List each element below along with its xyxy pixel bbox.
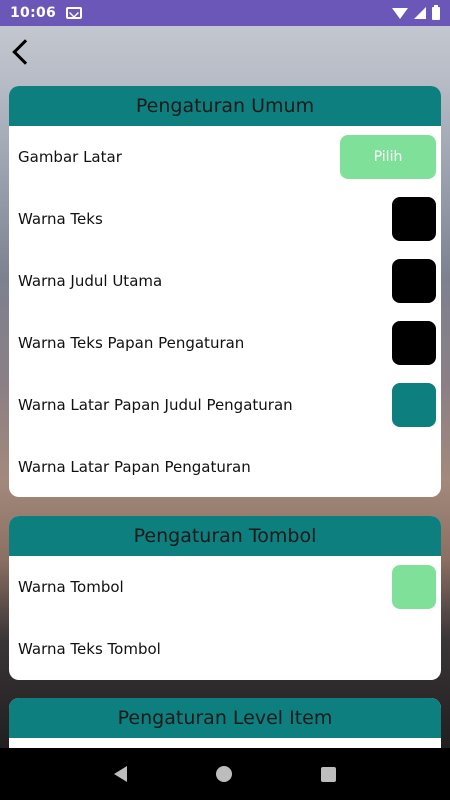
panel-text-color-swatch[interactable]	[392, 321, 436, 365]
button-settings-title: Pengaturan Tombol	[134, 525, 317, 547]
settings-row-text-color: Warna Teks	[9, 188, 441, 250]
settings-row-title-board-background: Warna Latar Papan Judul Pengaturan	[9, 374, 441, 436]
wifi-icon	[392, 8, 408, 19]
status-icons	[392, 7, 440, 20]
row-label: Warna Teks Tombol	[18, 640, 436, 658]
title-board-background-swatch[interactable]	[392, 383, 436, 427]
button-settings-panel: Pengaturan Tombol Warna Tombol Warna Tek…	[9, 516, 441, 680]
mail-icon	[66, 7, 82, 19]
status-bar: 10:06	[0, 0, 450, 26]
button-settings-header: Pengaturan Tombol	[9, 516, 441, 556]
row-label: Warna Tombol	[18, 578, 392, 596]
settings-row-panel-background[interactable]: Warna Latar Papan Pengaturan	[9, 436, 441, 497]
chevron-left-icon	[12, 39, 37, 64]
row-label: Gambar Latar	[18, 148, 340, 166]
signal-icon	[414, 7, 426, 19]
battery-icon	[432, 7, 440, 20]
settings-row-button-color: Warna Tombol	[9, 556, 441, 618]
level-item-settings-header: Pengaturan Level Item	[9, 698, 441, 738]
pick-background-button[interactable]: Pilih	[340, 135, 436, 179]
row-label: Warna Judul Utama	[18, 272, 392, 290]
general-settings-title: Pengaturan Umum	[136, 95, 314, 117]
settings-row-main-title-color: Warna Judul Utama	[9, 250, 441, 312]
row-label: Warna Latar Papan Judul Pengaturan	[18, 396, 392, 414]
row-label: Warna Latar Papan Pengaturan	[18, 458, 436, 476]
settings-row-background-image: Gambar Latar Pilih	[9, 126, 441, 188]
status-time: 10:06	[10, 5, 56, 21]
general-settings-panel: Pengaturan Umum Gambar Latar Pilih Warna…	[9, 86, 441, 497]
system-nav-bar	[0, 748, 450, 800]
main-title-color-swatch[interactable]	[392, 259, 436, 303]
level-item-settings-title: Pengaturan Level Item	[118, 707, 333, 729]
text-color-swatch[interactable]	[392, 197, 436, 241]
settings-row-panel-text-color: Warna Teks Papan Pengaturan	[9, 312, 441, 374]
row-label: Warna Teks	[18, 210, 392, 228]
general-settings-header: Pengaturan Umum	[9, 86, 441, 126]
nav-back-icon[interactable]	[114, 766, 127, 782]
back-button[interactable]	[8, 38, 34, 68]
button-color-swatch[interactable]	[392, 565, 436, 609]
nav-home-icon[interactable]	[216, 766, 232, 782]
row-label: Warna Teks Papan Pengaturan	[18, 334, 392, 352]
settings-row-button-text-color[interactable]: Warna Teks Tombol	[9, 618, 441, 680]
nav-recent-apps-icon[interactable]	[321, 767, 336, 782]
